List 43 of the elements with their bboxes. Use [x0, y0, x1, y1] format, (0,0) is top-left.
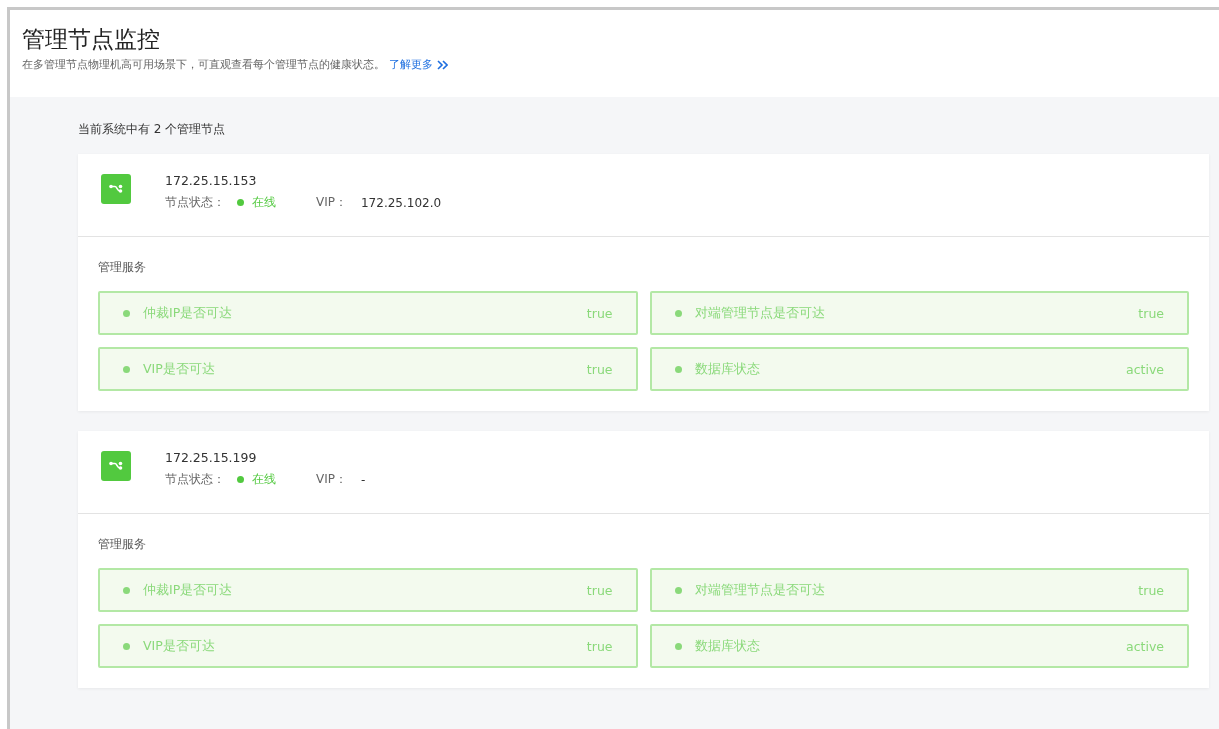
- node-ip: 172.25.15.199: [165, 450, 258, 465]
- service-value: true: [586, 582, 613, 598]
- node-status: 在线: [252, 194, 276, 211]
- service-dot: [674, 642, 682, 650]
- node-ip: 172.25.15.153: [165, 173, 258, 188]
- service-dot: [123, 642, 130, 650]
- service-name: VIP是否可达: [143, 637, 216, 655]
- service-dot: [123, 309, 130, 317]
- service-dot: [123, 365, 130, 373]
- service-value: true: [586, 638, 613, 654]
- service-name: 对端管理节点是否可达: [694, 581, 826, 599]
- vip-value: 172.25.102.0: [361, 195, 442, 210]
- services-title: 管理服务: [98, 536, 147, 553]
- page-description: 在多管理节点物理机高可用场景下，可直观查看每个管理节点的健康状态。: [22, 57, 385, 72]
- node-status: 在线: [252, 471, 276, 488]
- service-name: 仲裁IP是否可达: [143, 581, 234, 599]
- status-label: 节点状态：: [165, 194, 225, 211]
- vip-label: VIP：: [316, 471, 347, 488]
- service-dot: [674, 365, 682, 373]
- service-value: true: [586, 361, 613, 377]
- service-name: VIP是否可达: [143, 360, 216, 378]
- service-value: active: [1126, 361, 1164, 377]
- service-value: true: [1138, 305, 1164, 321]
- service-name: 仲裁IP是否可达: [143, 304, 234, 322]
- node-share-icon: [101, 451, 131, 481]
- service-dot: [674, 309, 682, 317]
- service-value: true: [586, 305, 613, 321]
- service-name: 对端管理节点是否可达: [694, 304, 826, 322]
- service-value: active: [1126, 638, 1164, 654]
- page-title: 管理节点监控: [22, 25, 161, 54]
- learn-more-link[interactable]: 了解更多: [389, 57, 433, 72]
- service-value: true: [1138, 582, 1164, 598]
- vip-value: -: [361, 472, 366, 487]
- service-dot: [674, 586, 682, 594]
- status-label: 节点状态：: [165, 471, 225, 488]
- service-name: 数据库状态: [694, 637, 761, 655]
- double-chevron-icon: [437, 59, 448, 70]
- vip-label: VIP：: [316, 194, 347, 211]
- service-name: 数据库状态: [694, 360, 761, 378]
- services-title: 管理服务: [98, 259, 147, 276]
- node-share-icon: [101, 174, 131, 204]
- node-count-text: 当前系统中有 2 个管理节点: [78, 121, 227, 138]
- service-dot: [123, 586, 130, 594]
